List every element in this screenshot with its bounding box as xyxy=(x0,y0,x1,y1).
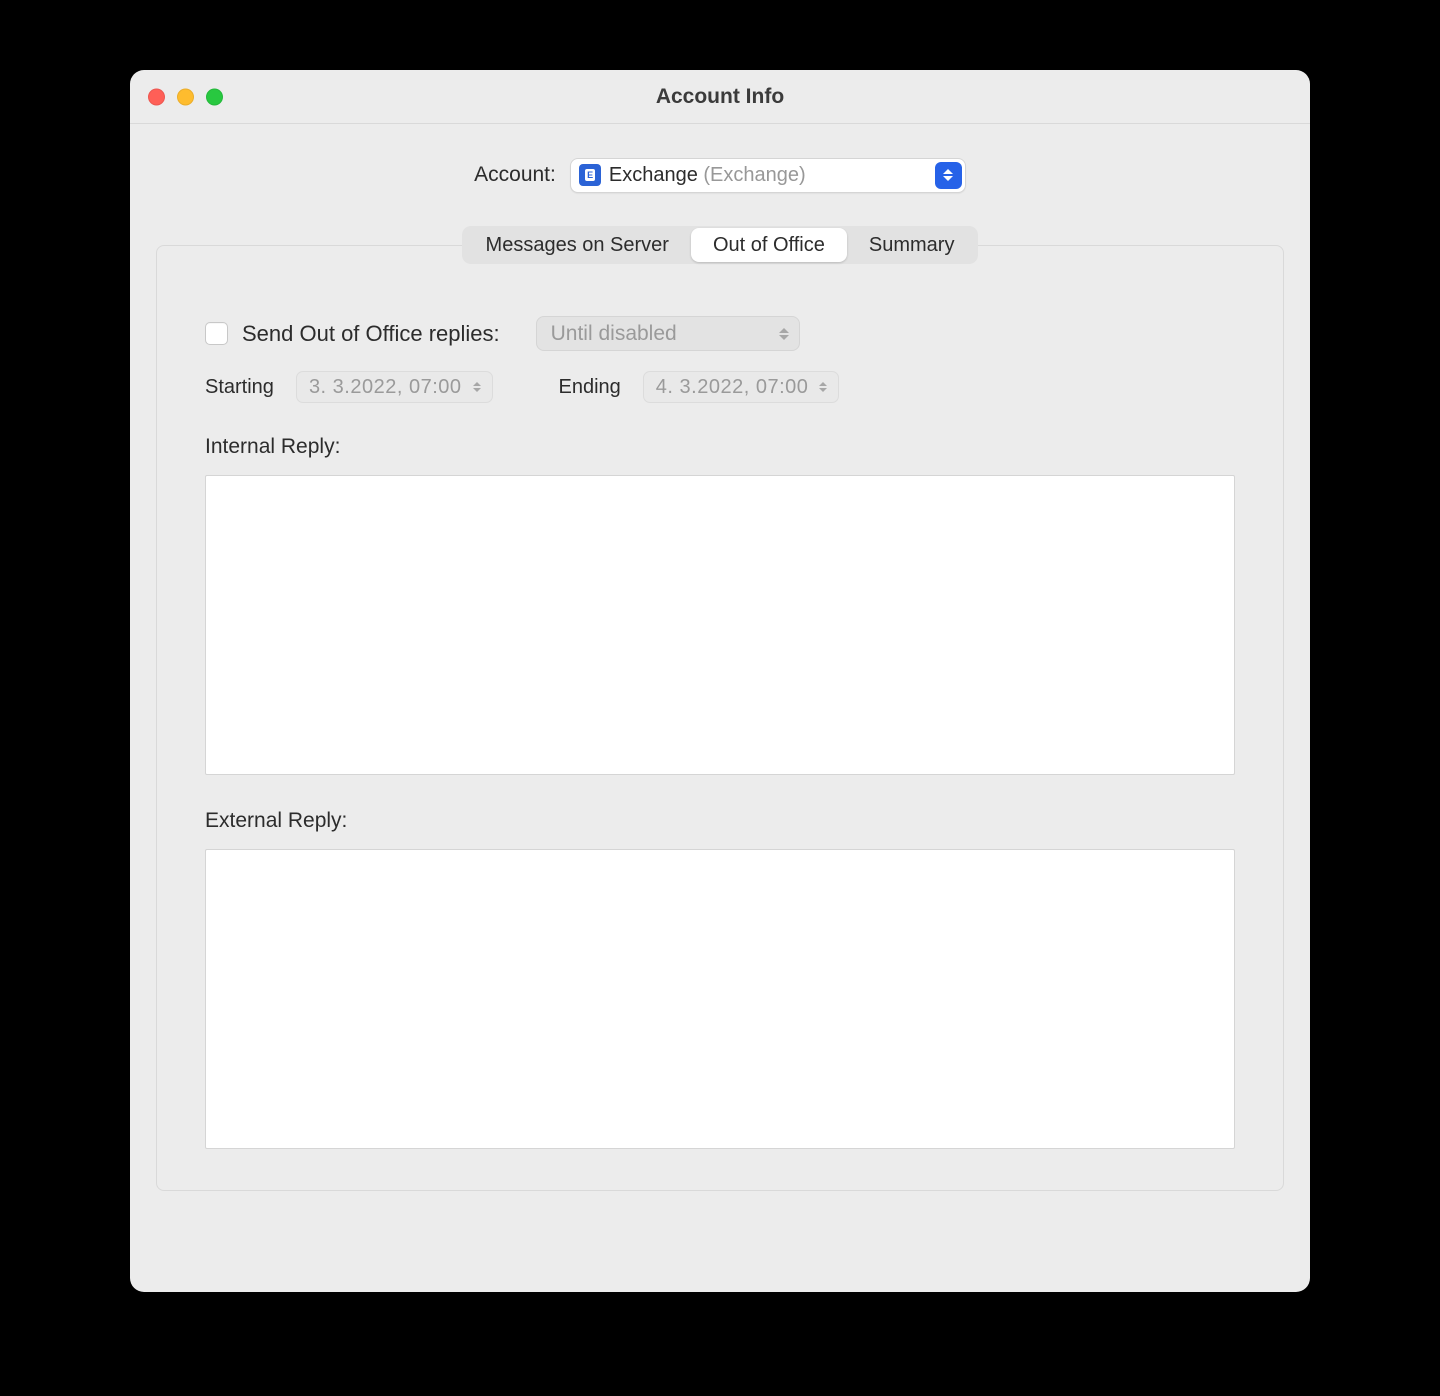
ending-value: 4. 3.2022, 07:00 xyxy=(656,376,809,399)
send-ooo-checkbox[interactable] xyxy=(205,322,228,345)
starting-label: Starting xyxy=(205,376,274,399)
account-info-window: Account Info Account: E Exchange (Exchan… xyxy=(130,70,1310,1292)
account-label: Account: xyxy=(474,163,556,187)
starting-date-field[interactable]: 3. 3.2022, 07:00 xyxy=(296,371,493,403)
exchange-icon: E xyxy=(579,164,601,186)
zoom-icon[interactable] xyxy=(206,88,223,105)
tab-bar: Messages on Server Out of Office Summary xyxy=(462,226,979,264)
starting-value: 3. 3.2022, 07:00 xyxy=(309,376,462,399)
chevron-updown-icon xyxy=(775,321,793,346)
internal-reply-label: Internal Reply: xyxy=(205,435,1235,459)
stepper-icon xyxy=(814,382,832,392)
external-reply-label: External Reply: xyxy=(205,809,1235,833)
close-icon[interactable] xyxy=(148,88,165,105)
account-popup[interactable]: E Exchange (Exchange) xyxy=(570,158,966,193)
minimize-icon[interactable] xyxy=(177,88,194,105)
external-reply-textarea[interactable] xyxy=(205,849,1235,1149)
send-ooo-label: Send Out of Office replies: xyxy=(242,321,500,347)
tab-messages-on-server[interactable]: Messages on Server xyxy=(464,228,691,262)
account-type: (Exchange) xyxy=(703,164,805,186)
tab-out-of-office[interactable]: Out of Office xyxy=(691,228,847,262)
out-of-office-pane: Send Out of Office replies: Until disabl… xyxy=(156,245,1284,1191)
tab-summary[interactable]: Summary xyxy=(847,228,977,262)
window-controls xyxy=(148,88,223,105)
account-toolbar: Account: E Exchange (Exchange) xyxy=(130,124,1310,226)
internal-reply-textarea[interactable] xyxy=(205,475,1235,775)
window-title: Account Info xyxy=(130,85,1310,109)
chevron-updown-icon xyxy=(935,162,962,189)
ooo-mode-popup[interactable]: Until disabled xyxy=(536,316,800,351)
stepper-icon xyxy=(468,382,486,392)
account-name: Exchange xyxy=(609,164,698,186)
title-bar: Account Info xyxy=(130,70,1310,124)
ending-label: Ending xyxy=(559,376,621,399)
ending-date-field[interactable]: 4. 3.2022, 07:00 xyxy=(643,371,840,403)
ooo-mode-value: Until disabled xyxy=(551,322,677,346)
